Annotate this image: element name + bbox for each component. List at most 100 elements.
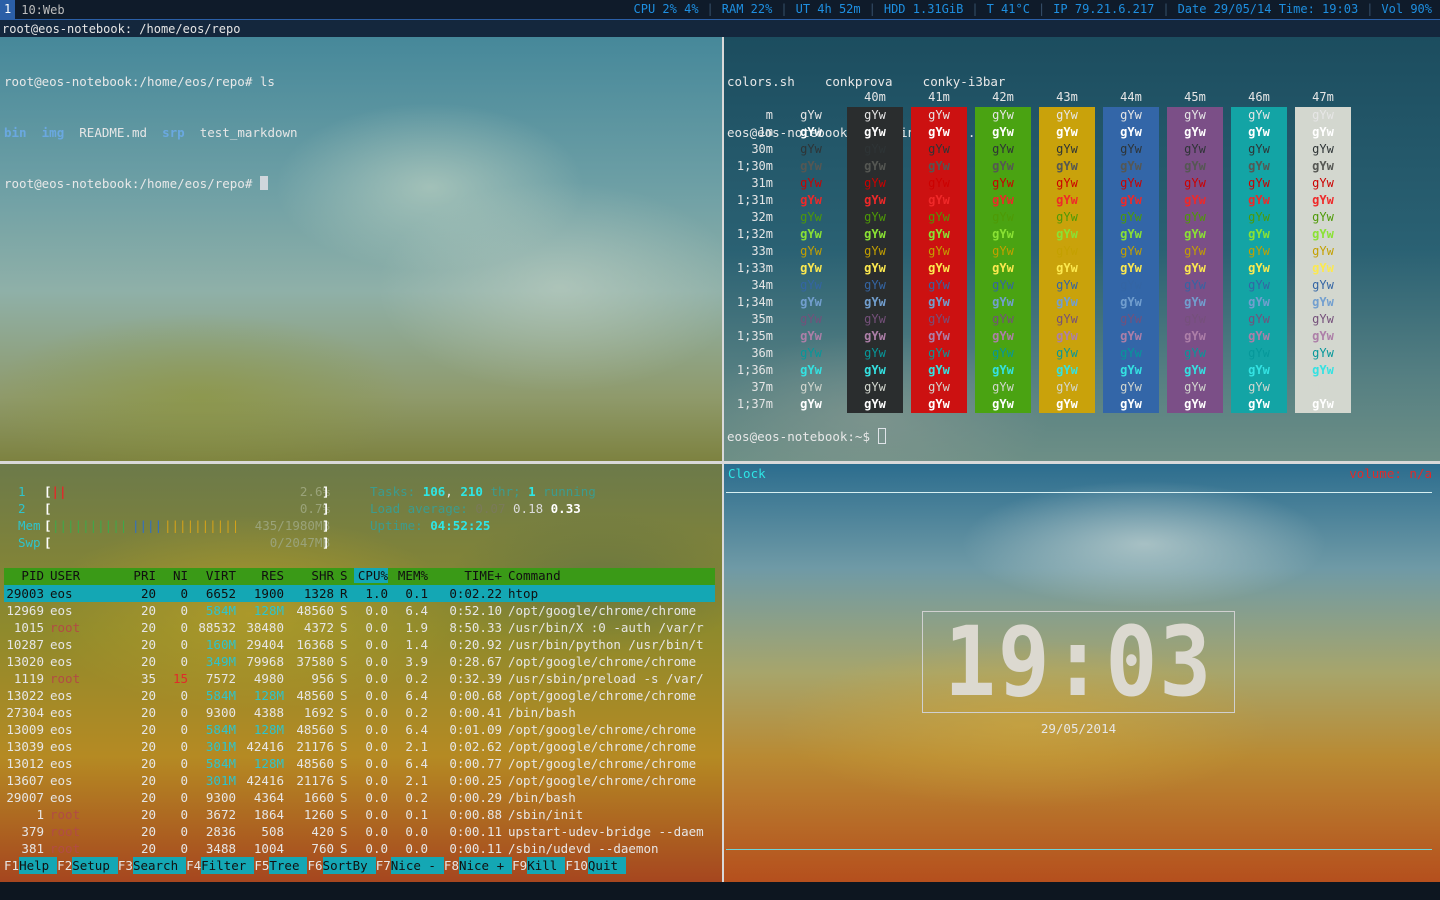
process-cpu: 0.0 <box>365 756 388 771</box>
fkey-sortby-button[interactable]: SortBy <box>322 857 376 874</box>
column-header[interactable]: PID <box>4 568 44 583</box>
process-table-header[interactable]: PID USER PRI NI VIRT RES SHR S CPU% MEM% TIME+ Comm… <box>4 568 715 585</box>
color-sample: gYw <box>928 312 950 326</box>
process-user: eos <box>50 637 73 652</box>
process-pid: 13012 <box>6 756 44 771</box>
color-column-header: 46m <box>1248 90 1270 104</box>
color-sample: gYw <box>1248 244 1270 258</box>
color-row: 36m gYw gYw gYw gYw gYw gYw gYw gYw gYw <box>727 345 1367 362</box>
fkey-tree-button[interactable]: Tree <box>269 857 308 874</box>
column-header[interactable]: RES <box>244 568 284 583</box>
process-row[interactable]: 29003 eos 20 0 6652 1900 1328 R 1.0 0.1 0:02.22 hto… <box>4 585 715 602</box>
process-res: 29404 <box>246 637 284 652</box>
workspace-number-button[interactable]: 1 <box>0 0 16 19</box>
status-separator: | <box>706 2 714 16</box>
column-header[interactable]: CPU% <box>354 568 388 583</box>
fkey-quit-button[interactable]: Quit <box>587 857 626 874</box>
process-pri: 20 <box>140 807 156 822</box>
column-header[interactable]: TIME+ <box>444 568 502 583</box>
terminal-output[interactable]: root@eos-notebook:/home/eos/repo# ls bin… <box>4 39 298 209</box>
color-sample: gYw <box>1184 227 1206 241</box>
process-res: 1900 <box>253 586 284 601</box>
fkey-filter-button[interactable]: Filter <box>201 857 255 874</box>
workspace-name[interactable]: 10:Web <box>15 3 70 17</box>
process-row[interactable]: 13022 eos 20 0 584M 128M 48560 S 0.0 6.4 0:00.68/o… <box>4 687 715 704</box>
process-ni: 0 <box>180 654 188 669</box>
process-shr: 1328 <box>303 586 334 601</box>
column-header[interactable]: SHR <box>290 568 334 583</box>
process-shr: 1692 <box>303 705 334 720</box>
color-row-label: 1m <box>758 125 773 139</box>
process-row[interactable]: 1119 root 35 15 7572 4980 956 S 0.0 0.2 0:32.39/us… <box>4 670 715 687</box>
process-cmd: /opt/google/chrome/chrome <box>508 756 697 771</box>
terminal-prompt[interactable]: eos@eos-notebook:~$ <box>727 428 886 445</box>
column-header[interactable]: Command <box>508 568 561 583</box>
process-pid: 381 <box>21 841 44 856</box>
process-res: 508 <box>261 824 284 839</box>
fkey-setup-button[interactable]: Setup <box>72 857 118 874</box>
process-row[interactable]: 13009 eos 20 0 584M 128M 48560 S 0.0 6.4 0:01.09/o… <box>4 721 715 738</box>
terminal-prompt[interactable]: root@eos-notebook:/home/eos/repo# <box>4 175 298 192</box>
status-item: Date 29/05/14 Time: 19:03 <box>1177 2 1359 16</box>
process-row[interactable]: 13607 eos 20 0 301M 42416 21176 S 0.0 2.1 0:00.25 /… <box>4 772 715 789</box>
color-sample: gYw <box>1184 380 1206 394</box>
color-sample: gYw <box>800 261 822 275</box>
swap-meter: Swp[0/2047MB] <box>18 535 330 550</box>
process-row[interactable]: 10287 eos 20 0 160M 29404 16368 S 0.0 1.4 0:20.92 /… <box>4 636 715 653</box>
fkey-kill-button[interactable]: Kill <box>527 857 566 874</box>
process-pid: 29007 <box>6 790 44 805</box>
color-sample: gYw <box>928 159 950 173</box>
color-sample: gYw <box>1120 108 1142 122</box>
fkey-nice-button[interactable]: Nice - <box>390 857 444 874</box>
process-pri: 20 <box>140 637 156 652</box>
color-row: 1;36m gYw gYw gYw gYw gYw gYw gYw gYw gYw <box>727 362 1367 379</box>
column-header[interactable]: USER <box>50 568 80 583</box>
column-header[interactable]: PRI <box>122 568 156 583</box>
process-row[interactable]: 13012 eos 20 0 584M 128M 48560 S 0.0 6.4 0:00.77/o… <box>4 755 715 772</box>
color-row-label: 37m <box>751 380 773 394</box>
bottom-strip <box>0 882 1440 900</box>
process-row[interactable]: 13039 eos 20 0 301M 42416 21176 S 0.0 2.1 0:02.62 /… <box>4 738 715 755</box>
color-sample: gYw <box>864 125 886 139</box>
horizontal-split-divider[interactable] <box>0 461 1440 464</box>
color-sample: gYw <box>928 380 950 394</box>
color-sample: gYw <box>1248 278 1270 292</box>
fkey-search-button[interactable]: Search <box>132 857 187 874</box>
color-column-header: 40m <box>864 90 886 104</box>
process-row[interactable]: 381 root 20 0 3488 1004 760 S 0.0 0.0 0:00.11/sbin… <box>4 840 715 857</box>
process-pri: 20 <box>140 603 156 618</box>
color-sample: gYw <box>800 210 822 224</box>
process-row[interactable]: 29007 eos 20 0 9300 4364 1660 S 0.0 0.2 0:00.29/bi… <box>4 789 715 806</box>
process-pri: 20 <box>140 722 156 737</box>
color-sample: gYw <box>928 397 950 411</box>
color-row-label: 1;35m <box>736 329 773 343</box>
process-row[interactable]: 1015 root 20 0 88532 38480 4372 S 0.0 1.9 8:50.33 /… <box>4 619 715 636</box>
mem-meter: Mem[|||||||||| |||| |||||||||| 435/1980MB] <box>18 518 330 533</box>
column-header[interactable]: MEM% <box>396 568 428 583</box>
column-header[interactable]: S <box>340 568 348 583</box>
column-header[interactable]: VIRT <box>190 568 236 583</box>
color-sample: gYw <box>1056 295 1078 309</box>
vertical-split-divider[interactable] <box>722 37 724 882</box>
process-cpu: 0.0 <box>365 807 388 822</box>
color-sample: gYw <box>1248 159 1270 173</box>
process-pid: 13039 <box>6 739 44 754</box>
fkey-nice-button[interactable]: Nice + <box>458 857 513 874</box>
process-cmd: /usr/bin/X :0 -auth /var/r <box>508 620 704 635</box>
load-15min: 0.33 <box>550 501 581 516</box>
status-item: T 41°C <box>986 2 1030 16</box>
column-header[interactable]: NI <box>162 568 188 583</box>
status-item: CPU 2% 4% <box>633 2 699 16</box>
process-row[interactable]: 12969 eos 20 0 584M 128M 48560 S 0.0 6.4 0:52.10/o… <box>4 602 715 619</box>
clock-title: Clock <box>728 466 766 481</box>
process-user: root <box>50 620 81 635</box>
process-time: 0:00.11 <box>449 824 502 839</box>
process-row[interactable]: 27304 eos 20 0 9300 4388 1692 S 0.0 0.2 0:00.41/bi… <box>4 704 715 721</box>
process-row[interactable]: 379 root 20 0 2836 508 420 S 0.0 0.0 0:00.11 upstar… <box>4 823 715 840</box>
process-cpu: 0.0 <box>365 722 388 737</box>
fkey-help-button[interactable]: Help <box>19 857 58 874</box>
color-sample: gYw <box>800 346 822 360</box>
process-row[interactable]: 13020 eos 20 0 349M 79968 37580 S 0.0 3.9 0:28.67 /… <box>4 653 715 670</box>
color-sample: gYw <box>1184 363 1206 377</box>
process-row[interactable]: 1 root 20 0 3672 1864 1260 S 0.0 0.1 0:00.88/sbin/… <box>4 806 715 823</box>
